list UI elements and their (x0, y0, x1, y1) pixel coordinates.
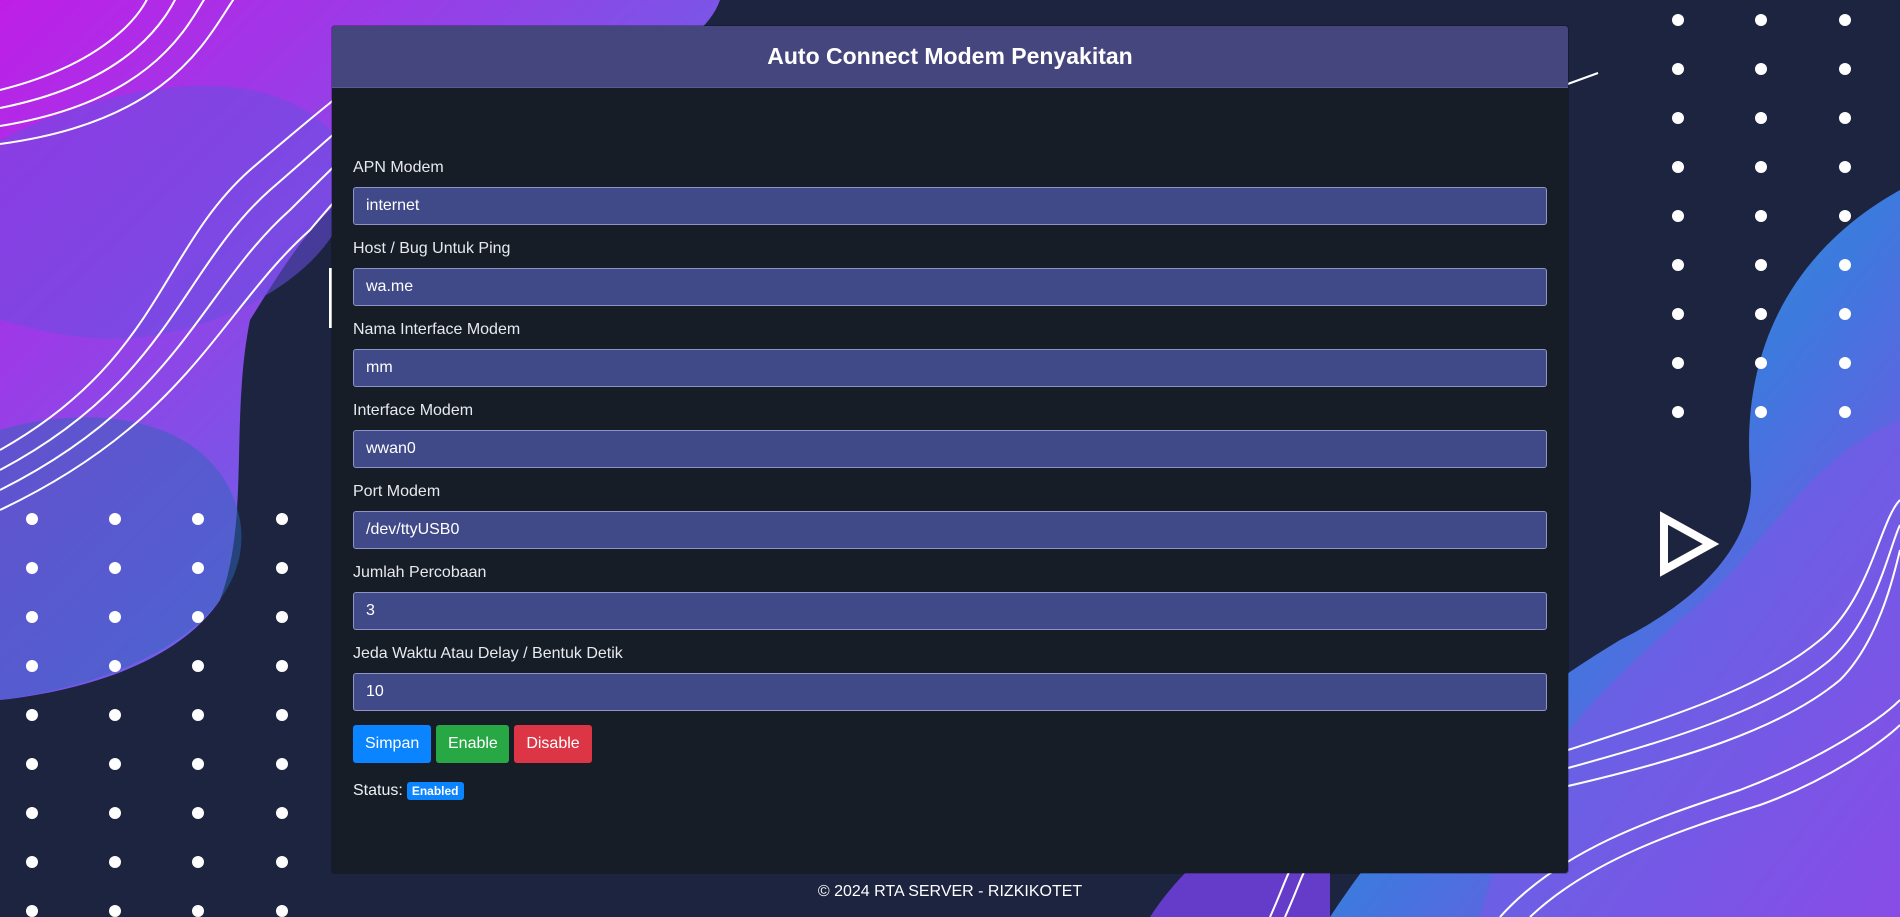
settings-card: Auto Connect Modem Penyakitan APN Modem … (332, 26, 1568, 873)
enable-button[interactable]: Enable (436, 725, 509, 763)
port-group: Port Modem (353, 482, 1548, 549)
interface-group: Interface Modem (353, 401, 1548, 468)
apn-group: APN Modem (353, 158, 1548, 225)
interface-name-label: Nama Interface Modem (353, 321, 521, 338)
status-label: Status: (353, 782, 403, 799)
interface-input[interactable] (353, 430, 1547, 468)
port-label: Port Modem (353, 483, 441, 500)
interface-label: Interface Modem (353, 402, 474, 419)
action-buttons: Simpan Enable Disable (353, 725, 1548, 763)
disable-button[interactable]: Disable (514, 725, 592, 763)
delay-group: Jeda Waktu Atau Delay / Bentuk Detik (353, 644, 1548, 711)
port-input[interactable] (353, 511, 1547, 549)
ping-host-input[interactable] (353, 268, 1547, 306)
interface-name-input[interactable] (353, 349, 1547, 387)
status-badge: Enabled (406, 782, 464, 800)
ping-host-group: Host / Bug Untuk Ping (353, 239, 1548, 306)
delay-label: Jeda Waktu Atau Delay / Bentuk Detik (353, 645, 623, 662)
interface-name-group: Nama Interface Modem (353, 320, 1548, 387)
apn-label: APN Modem (353, 159, 444, 176)
settings-form: APN Modem Host / Bug Untuk Ping Nama Int… (332, 88, 1568, 800)
delay-input[interactable] (353, 673, 1547, 711)
play-triangle-icon (1660, 511, 1720, 577)
page-title: Auto Connect Modem Penyakitan (767, 43, 1133, 69)
retry-count-input[interactable] (353, 592, 1547, 630)
retry-count-label: Jumlah Percobaan (353, 564, 487, 581)
ping-host-label: Host / Bug Untuk Ping (353, 240, 511, 257)
footer-copyright: © 2024 RTA SERVER - RIZKIKOTET (817, 883, 1083, 900)
retry-count-group: Jumlah Percobaan (353, 563, 1548, 630)
save-button[interactable]: Simpan (353, 725, 431, 763)
apn-input[interactable] (353, 187, 1547, 225)
card-header: Auto Connect Modem Penyakitan (332, 26, 1568, 88)
status-row: Status: Enabled (353, 782, 1548, 800)
